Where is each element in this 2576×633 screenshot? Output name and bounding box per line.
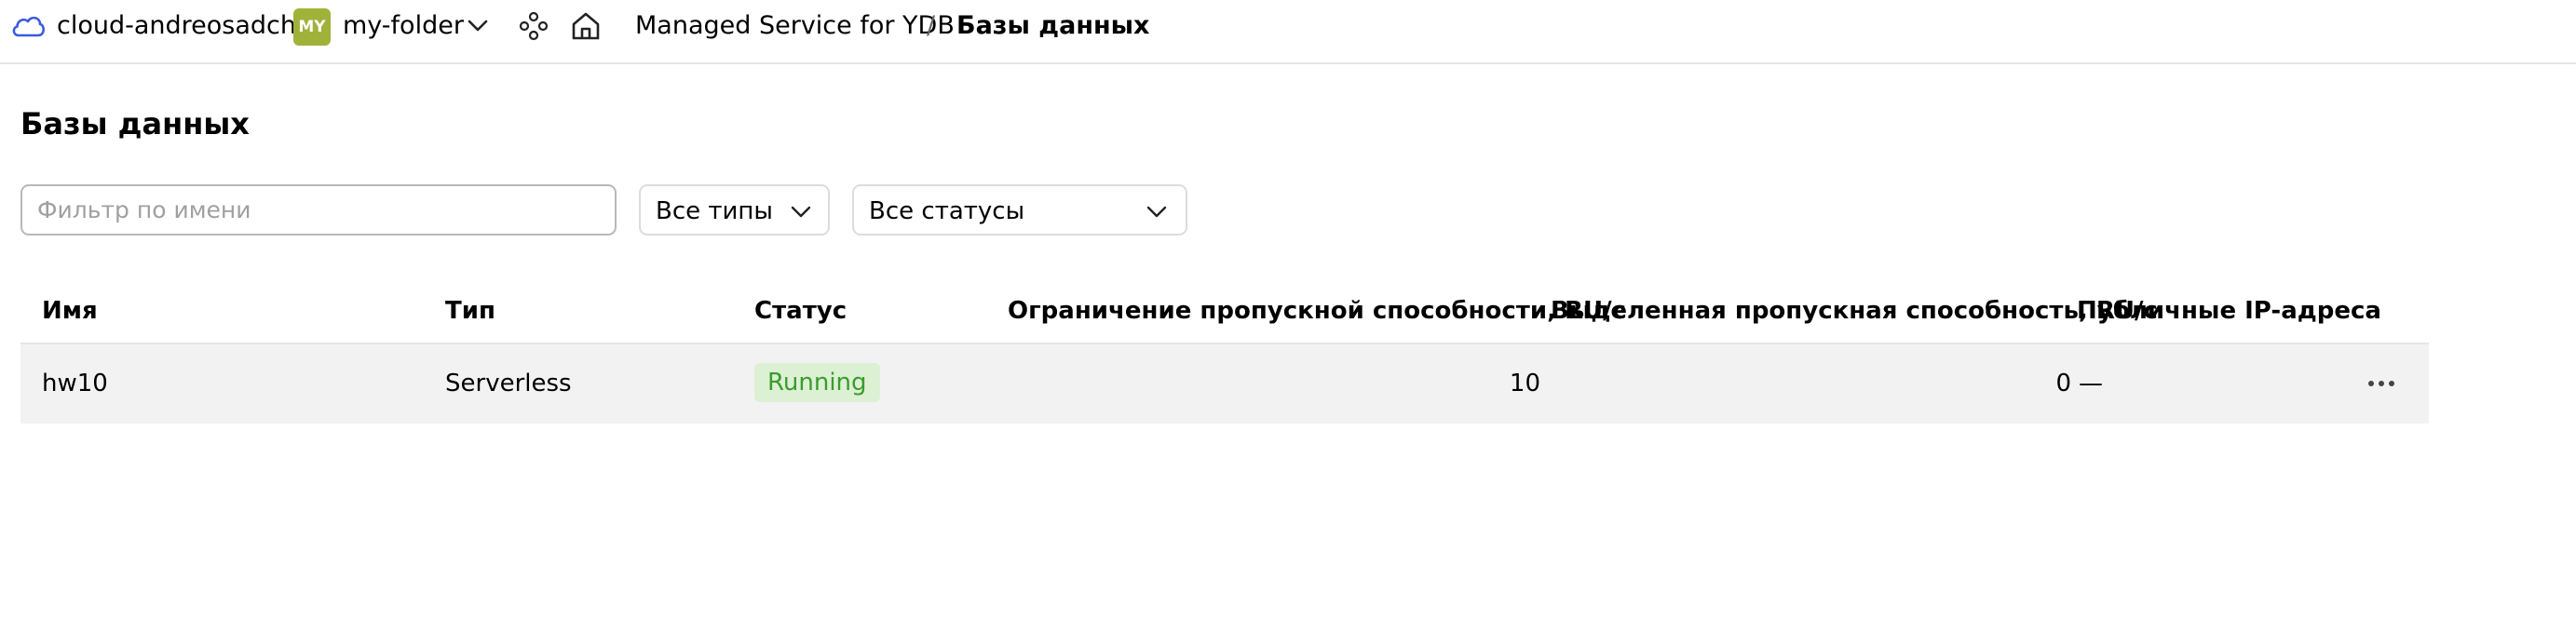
more-actions-icon[interactable] <box>2366 374 2397 393</box>
name-filter-input[interactable] <box>20 184 617 236</box>
cloud-name[interactable]: cloud-andreosadchy <box>57 11 311 40</box>
cloud-icon[interactable] <box>9 13 47 39</box>
cell-allocated-throughput: 0 <box>2055 370 2071 397</box>
chevron-down-icon <box>791 206 811 218</box>
home-icon[interactable] <box>570 11 602 41</box>
cell-public-ip: — <box>2079 370 2103 397</box>
column-header-status[interactable]: Статус <box>754 297 847 325</box>
page-title: Базы данных <box>20 106 250 141</box>
status-select-value: Все статусы <box>869 197 1025 225</box>
breadcrumb-separator: / <box>927 11 936 40</box>
databases-table: Имя Тип Статус Ограничение пропускной сп… <box>20 284 2429 424</box>
breadcrumb-service[interactable]: Managed Service for YDB <box>635 11 955 40</box>
column-header-throughput-limit[interactable]: Ограничение пропускной способности, RU/с <box>1008 297 1626 325</box>
column-header-type[interactable]: Тип <box>445 297 495 325</box>
column-header-public-ip[interactable]: Публичные IP-адреса <box>2077 297 2381 325</box>
services-icon[interactable] <box>519 11 549 41</box>
cell-throughput-limit: 10 <box>1509 370 1540 397</box>
type-select[interactable]: Все типы <box>639 184 830 236</box>
column-header-allocated-throughput[interactable]: Выделенная пропускная способность, RU/с <box>1551 297 2158 325</box>
chevron-down-icon <box>1146 206 1167 218</box>
column-header-name[interactable]: Имя <box>42 297 98 325</box>
folder-name[interactable]: my-folder <box>343 11 464 40</box>
type-select-value: Все типы <box>656 197 773 225</box>
status-badge: Running <box>754 363 880 402</box>
folder-avatar[interactable]: MY <box>293 8 331 46</box>
breadcrumb-current: Базы данных <box>956 11 1150 40</box>
table-header: Имя Тип Статус Ограничение пропускной сп… <box>20 284 2429 344</box>
status-select[interactable]: Все статусы <box>852 184 1187 236</box>
cell-name[interactable]: hw10 <box>42 370 108 397</box>
table-row[interactable]: hw10 Serverless Running 10 0 — <box>20 344 2429 424</box>
chevron-down-icon[interactable] <box>466 17 490 35</box>
cell-type: Serverless <box>445 370 572 397</box>
top-bar: cloud-andreosadchy MY my-folder Managed … <box>0 0 2576 64</box>
